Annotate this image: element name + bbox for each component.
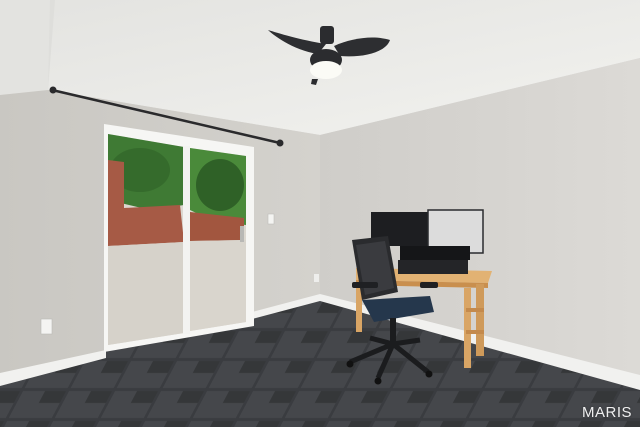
sliding-glass-door (104, 124, 254, 352)
wall-outlet-right (314, 274, 319, 282)
room-photo (0, 0, 640, 427)
wall-outlet (40, 318, 53, 335)
light-switch (267, 213, 275, 225)
watermark-logo: MARIS (581, 404, 632, 421)
patio (108, 242, 184, 345)
